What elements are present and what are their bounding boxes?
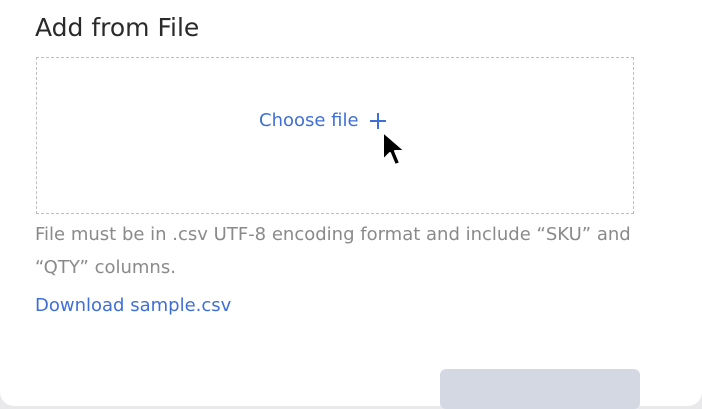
add-from-file-dialog: Add from File Choose file File must be i… (0, 0, 702, 409)
choose-file-button[interactable]: Choose file (259, 109, 387, 133)
submit-button[interactable] (440, 369, 640, 409)
download-sample-link[interactable]: Download sample.csv (35, 294, 231, 318)
plus-icon (369, 112, 387, 130)
mouse-cursor-icon (382, 131, 406, 166)
dialog-title: Add from File (35, 13, 200, 42)
file-dropzone[interactable]: Choose file (36, 57, 634, 214)
choose-file-label: Choose file (259, 110, 359, 131)
file-format-hint: File must be in .csv UTF-8 encoding form… (35, 224, 631, 278)
